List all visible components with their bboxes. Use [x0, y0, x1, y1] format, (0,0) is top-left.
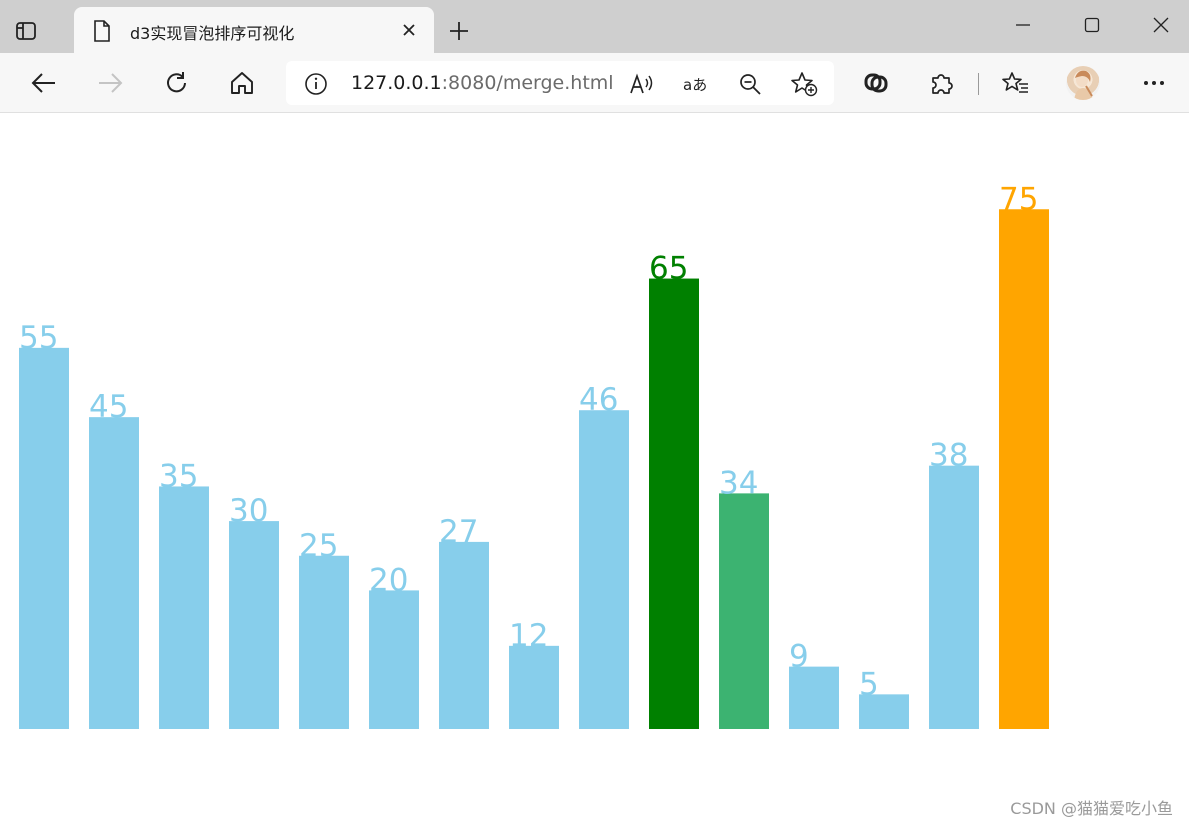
bar: [229, 521, 279, 729]
bar-value-label: 55: [19, 320, 58, 356]
bar-value-label: 45: [89, 389, 128, 425]
translate-icon[interactable]: aあ: [682, 71, 710, 97]
bar-value-label: 12: [509, 618, 548, 654]
bar-value-label: 34: [719, 465, 758, 501]
bar-value-label: 9: [789, 639, 809, 675]
url-path: :8080/merge.html: [441, 72, 614, 94]
bar-value-label: 25: [299, 528, 338, 564]
bar: [439, 541, 489, 729]
bar: [509, 645, 559, 729]
close-icon[interactable]: [398, 19, 420, 41]
bar: [929, 465, 979, 729]
tab-actions-icon[interactable]: [14, 13, 64, 49]
info-icon[interactable]: [304, 72, 328, 96]
page-content: 55 45 35 30 25 20 27 12 46 65 34 9 5 38 75 CSDN @猫猫爱吃小…: [0, 113, 1189, 827]
read-aloud-icon[interactable]: [628, 71, 656, 97]
url-text[interactable]: 127.0.0.1:8080/merge.html: [351, 72, 614, 94]
browser-toolbar: 127.0.0.1:8080/merge.html aあ: [0, 53, 1189, 113]
bar: [999, 209, 1049, 729]
copilot-icon[interactable]: [858, 65, 894, 101]
bar: [789, 666, 839, 729]
home-icon[interactable]: [224, 65, 260, 101]
more-icon[interactable]: [1136, 65, 1172, 101]
extensions-icon[interactable]: [924, 65, 960, 101]
toolbar-divider: [978, 73, 979, 95]
forward-arrow-icon[interactable]: [92, 65, 128, 101]
bar: [649, 278, 699, 729]
tab-strip: d3实现冒泡排序可视化: [0, 0, 1189, 53]
watermark: CSDN @猫猫爱吃小鱼: [1010, 799, 1173, 818]
page-icon: [92, 20, 112, 42]
bar: [369, 590, 419, 729]
plus-icon[interactable]: [444, 16, 474, 46]
bar: [89, 417, 139, 729]
bar-value-label: 75: [999, 181, 1038, 217]
bar-value-label: 30: [229, 493, 268, 529]
back-arrow-icon[interactable]: [26, 65, 62, 101]
bar-value-label: 65: [649, 251, 688, 287]
bar-value-label: 35: [159, 458, 198, 494]
refresh-icon[interactable]: [159, 65, 195, 101]
bar-value-label: 27: [439, 514, 478, 550]
address-bar[interactable]: 127.0.0.1:8080/merge.html aあ: [286, 61, 834, 105]
bar-value-label: 38: [929, 438, 968, 474]
maximize-icon[interactable]: [1077, 10, 1107, 40]
tab-title: d3实现冒泡排序可视化: [130, 24, 295, 43]
active-tab[interactable]: d3实现冒泡排序可视化: [74, 7, 434, 53]
bar: [19, 347, 69, 729]
bar: [579, 410, 629, 729]
add-favorite-icon[interactable]: [790, 71, 818, 97]
bar: [159, 486, 209, 729]
bar-value-label: 20: [369, 562, 408, 598]
browser-window: d3实现冒泡排序可视化 127.0.0.1:8080/merge.html aあ…: [0, 0, 1189, 827]
bar-value-label: 46: [579, 382, 618, 418]
bar-chart: 55 45 35 30 25 20 27 12 46 65 34 9 5 38 75: [19, 181, 1049, 729]
bar: [719, 493, 769, 729]
minimize-icon[interactable]: [1008, 10, 1038, 40]
zoom-out-icon[interactable]: [736, 71, 764, 97]
window-close-icon[interactable]: [1146, 10, 1176, 40]
svg-text:aあ: aあ: [683, 76, 707, 94]
favorites-icon[interactable]: [998, 65, 1034, 101]
avatar[interactable]: [1066, 66, 1100, 100]
bar: [299, 555, 349, 729]
url-host: 127.0.0.1: [351, 72, 442, 94]
bar-value-label: 5: [859, 666, 879, 702]
